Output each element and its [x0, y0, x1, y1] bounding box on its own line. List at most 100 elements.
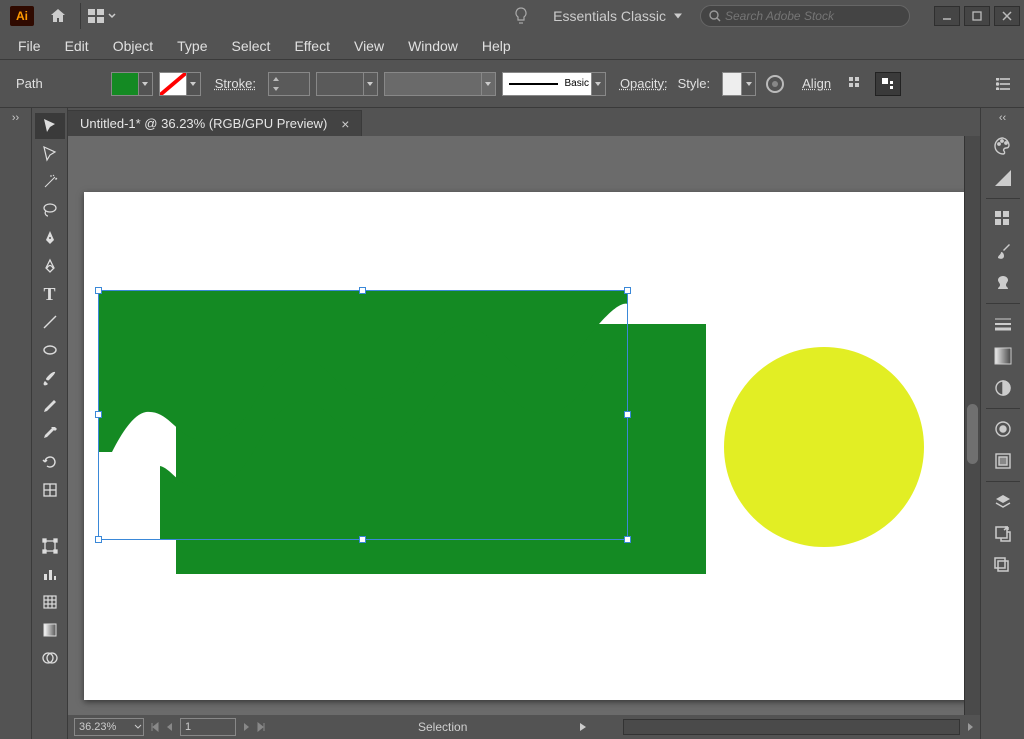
- shape-builder-tool[interactable]: [35, 645, 65, 671]
- gradient-panel[interactable]: [985, 340, 1021, 372]
- stroke-style-dropdown[interactable]: [384, 72, 496, 96]
- menu-type[interactable]: Type: [165, 34, 219, 58]
- align-label[interactable]: Align: [802, 76, 831, 91]
- brush-definition[interactable]: Basic: [502, 72, 606, 96]
- green-wave-shape[interactable]: [98, 290, 628, 540]
- line-segment-tool[interactable]: [35, 309, 65, 335]
- graphic-style-swatch[interactable]: [722, 72, 756, 96]
- variable-width-profile[interactable]: [316, 72, 378, 96]
- type-tool[interactable]: T: [35, 281, 65, 307]
- maximize-button[interactable]: [964, 6, 990, 26]
- symbols-panel[interactable]: [985, 267, 1021, 299]
- artboard-number[interactable]: 1: [180, 718, 236, 736]
- arrange-documents-button[interactable]: [87, 4, 117, 28]
- tools-panel: T: [32, 108, 68, 739]
- color-panel[interactable]: [985, 130, 1021, 162]
- transparency-icon: [994, 379, 1012, 397]
- pencil-tool[interactable]: [35, 393, 65, 419]
- menu-edit[interactable]: Edit: [53, 34, 101, 58]
- fill-swatch[interactable]: [111, 72, 153, 96]
- expand-left-icon[interactable]: ‹‹: [999, 112, 1006, 130]
- status-play-icon[interactable]: [579, 722, 587, 732]
- align-options-button[interactable]: [843, 72, 869, 96]
- next-artboard-button[interactable]: [242, 722, 250, 732]
- stroke-none-icon: [160, 73, 186, 95]
- paintbrush-tool[interactable]: [35, 365, 65, 391]
- horizontal-scrollbar[interactable]: [623, 719, 960, 735]
- width-tool[interactable]: [35, 477, 65, 503]
- stroke-weight-spinner[interactable]: [269, 74, 283, 94]
- brushes-panel[interactable]: [985, 235, 1021, 267]
- close-window-button[interactable]: [994, 6, 1020, 26]
- opacity-label[interactable]: Opacity:: [620, 76, 668, 91]
- gradient-tool[interactable]: [35, 617, 65, 643]
- stroke-label[interactable]: Stroke:: [215, 76, 256, 91]
- menu-view[interactable]: View: [342, 34, 396, 58]
- brush-dropdown[interactable]: [591, 73, 605, 95]
- menu-select[interactable]: Select: [220, 34, 283, 58]
- lasso-tool[interactable]: [35, 197, 65, 223]
- stroke-swatch[interactable]: [159, 72, 201, 96]
- menu-file[interactable]: File: [6, 34, 53, 58]
- free-transform-tool[interactable]: [35, 533, 65, 559]
- scrollbar-thumb[interactable]: [967, 404, 978, 464]
- layers-panel[interactable]: [985, 486, 1021, 518]
- home-icon: [50, 8, 66, 24]
- stroke-dropdown[interactable]: [186, 73, 200, 95]
- recolor-artwork-button[interactable]: [762, 72, 788, 96]
- artboard[interactable]: [84, 192, 970, 700]
- bulb-icon: [514, 7, 528, 25]
- eyedropper-tool[interactable]: [35, 421, 65, 447]
- column-graph-tool[interactable]: [35, 561, 65, 587]
- mesh-tool[interactable]: [35, 589, 65, 615]
- status-bar: 36.23% 1 Selection: [68, 715, 980, 739]
- asset-export-panel[interactable]: [985, 518, 1021, 550]
- menu-object[interactable]: Object: [101, 34, 165, 58]
- artboards-panel[interactable]: [985, 550, 1021, 582]
- menu-help[interactable]: Help: [470, 34, 523, 58]
- magic-wand-tool[interactable]: [35, 169, 65, 195]
- prev-artboard-button[interactable]: [166, 722, 174, 732]
- workspace-switcher[interactable]: Essentials Classic: [545, 4, 690, 28]
- swatches-panel[interactable]: [985, 203, 1021, 235]
- last-artboard-button[interactable]: [256, 722, 266, 732]
- appearance-panel[interactable]: [985, 413, 1021, 445]
- curvature-tool[interactable]: [35, 253, 65, 279]
- minimize-button[interactable]: [934, 6, 960, 26]
- isolate-button[interactable]: [875, 72, 901, 96]
- control-menu-button[interactable]: [990, 72, 1016, 96]
- stroke-weight-input[interactable]: [268, 72, 310, 96]
- color-guide-panel[interactable]: [985, 162, 1021, 194]
- zoom-level[interactable]: 36.23%: [74, 718, 144, 736]
- first-artboard-button[interactable]: [150, 722, 160, 732]
- stroke-icon: [994, 317, 1012, 331]
- warp-tool[interactable]: [35, 505, 65, 531]
- direct-selection-tool[interactable]: [35, 141, 65, 167]
- tab-close-button[interactable]: ×: [341, 116, 349, 132]
- ellipse-tool[interactable]: [35, 337, 65, 363]
- brushes-icon: [994, 242, 1012, 260]
- home-button[interactable]: [44, 4, 72, 28]
- search-discover-button[interactable]: [503, 2, 539, 30]
- left-expand-stub[interactable]: ››: [0, 108, 32, 739]
- yellow-circle[interactable]: [724, 347, 924, 547]
- scroll-right-button[interactable]: [966, 722, 974, 732]
- status-mode-label: Selection: [418, 720, 467, 734]
- fill-dropdown[interactable]: [138, 73, 152, 95]
- canvas-viewport[interactable]: [68, 136, 980, 715]
- vertical-scrollbar[interactable]: [964, 136, 980, 715]
- menu-effect[interactable]: Effect: [282, 34, 342, 58]
- layers-icon: [994, 493, 1012, 511]
- pen-tool[interactable]: [35, 225, 65, 251]
- stock-search-input[interactable]: [725, 9, 901, 23]
- stroke-panel[interactable]: [985, 308, 1021, 340]
- selection-tool[interactable]: [35, 113, 65, 139]
- document-tab[interactable]: Untitled-1* @ 36.23% (RGB/GPU Preview) ×: [68, 110, 362, 136]
- stock-search-box[interactable]: [700, 5, 910, 27]
- graphic-styles-panel[interactable]: [985, 445, 1021, 477]
- transparency-panel[interactable]: [985, 372, 1021, 404]
- right-panel-dock: ‹‹: [980, 108, 1024, 739]
- menu-window[interactable]: Window: [396, 34, 470, 58]
- gradient-icon: [994, 347, 1012, 365]
- rotate-tool[interactable]: [35, 449, 65, 475]
